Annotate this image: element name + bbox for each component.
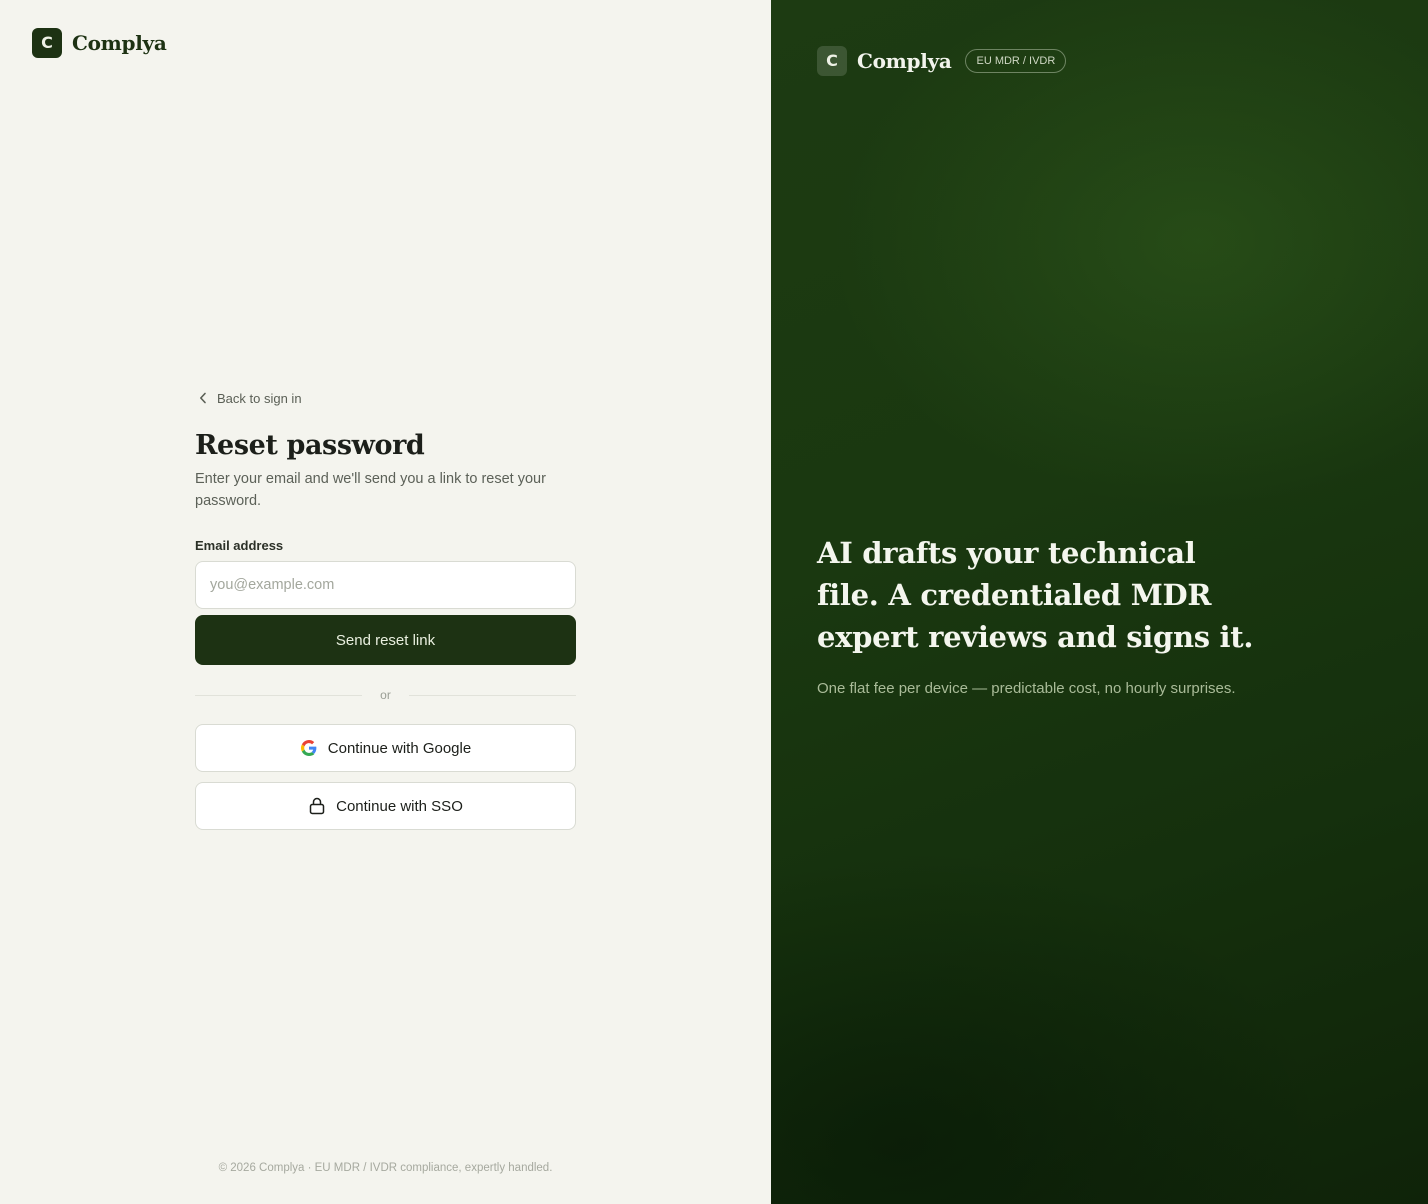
- back-link-label: Back to sign in: [217, 390, 302, 406]
- google-button-label: Continue with Google: [327, 739, 472, 757]
- divider-line-right: [408, 694, 577, 696]
- divider-text: or: [380, 688, 391, 703]
- google-icon: [300, 739, 318, 757]
- hero-headline: AI drafts your technical file. A credent…: [817, 536, 1254, 654]
- lock-icon: [308, 797, 326, 815]
- auth-panel: C Complya Back to sign in Reset password…: [0, 0, 771, 1204]
- page-title: Reset password: [195, 430, 425, 461]
- brand-logo-link[interactable]: C Complya: [32, 28, 167, 58]
- logo-letter: C: [41, 33, 53, 52]
- continue-with-google-button[interactable]: Continue with Google: [195, 724, 576, 773]
- regulation-badge: EU MDR / IVDR: [965, 49, 1067, 73]
- hero-tagline: One flat fee per device — predictable co…: [817, 680, 1236, 697]
- divider-line-left: [195, 694, 363, 696]
- reset-password-page: C Complya Back to sign in Reset password…: [0, 0, 1428, 1204]
- email-label: Email address: [195, 538, 284, 554]
- or-divider: or: [195, 687, 577, 703]
- reset-password-form: Back to sign in Reset password Enter you…: [195, 388, 577, 831]
- email-field[interactable]: [195, 561, 576, 610]
- brand-name: Complya: [857, 49, 952, 73]
- logo-mark: C: [32, 28, 62, 58]
- brand-name: Complya: [72, 31, 167, 55]
- logo-mark: C: [817, 46, 847, 76]
- page-subtitle: Enter your email and we'll send you a li…: [195, 471, 546, 510]
- marketing-panel: C Complya EU MDR / IVDR AI drafts your t…: [771, 0, 1428, 1204]
- send-reset-link-button[interactable]: Send reset link: [195, 615, 576, 666]
- continue-with-sso-button[interactable]: Continue with SSO: [195, 782, 576, 831]
- chevron-left-icon: [195, 390, 211, 406]
- footer-copyright: © 2026 Complya · EU MDR / IVDR complianc…: [218, 1162, 553, 1174]
- back-to-sign-in-link[interactable]: Back to sign in: [195, 388, 576, 408]
- brand-header-right: C Complya EU MDR / IVDR: [817, 46, 1067, 76]
- logo-letter: C: [826, 51, 838, 70]
- sso-button-label: Continue with SSO: [336, 797, 463, 815]
